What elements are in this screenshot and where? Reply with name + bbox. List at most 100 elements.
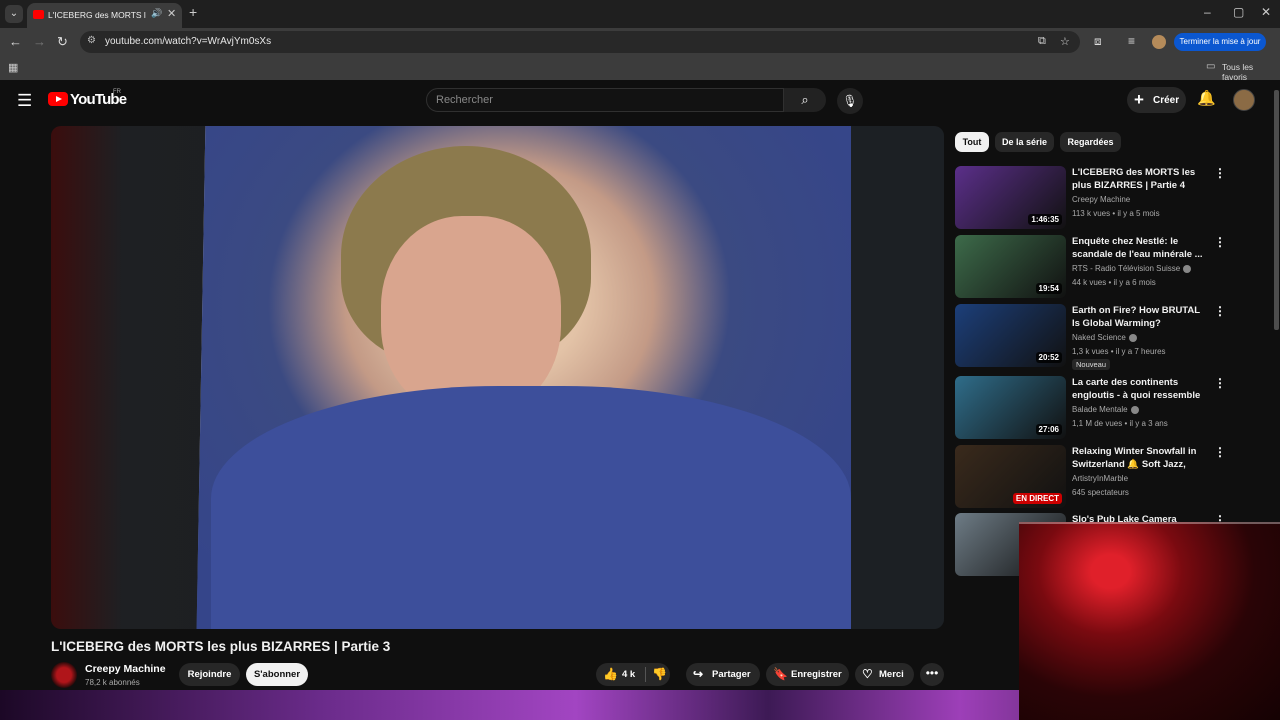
recommendation-channel[interactable]: ArtistryInMarble — [1072, 474, 1128, 483]
thanks-button[interactable]: ♡ Merci — [855, 663, 914, 686]
recommendation-channel-name[interactable]: Creepy Machine — [1072, 195, 1130, 204]
more-actions-icon[interactable]: ••• — [920, 663, 944, 686]
apps-grid-icon[interactable]: ▦ — [8, 61, 18, 74]
youtube-logo-icon[interactable] — [48, 92, 68, 106]
share-button[interactable]: ↪ Partager — [686, 663, 760, 686]
user-avatar[interactable] — [1233, 89, 1255, 111]
recommendation-item[interactable]: 19:54 Enquête chez Nestlé: le scandale de… — [955, 235, 1275, 301]
recommendation-thumbnail[interactable]: 1:46:35 — [955, 166, 1066, 229]
webcam-overlay — [1019, 522, 1280, 720]
forward-arrow-icon[interactable]: → — [33, 34, 46, 49]
recommendation-title[interactable]: Earth on Fire? How BRUTAL Is Global Warm… — [1072, 304, 1210, 330]
recommendation-title[interactable]: Enquête chez Nestlé: le scandale de l'ea… — [1072, 235, 1210, 261]
more-vert-icon[interactable]: ⋮ — [1214, 304, 1226, 318]
folder-icon: ▭ — [1206, 61, 1216, 72]
new-tab-icon[interactable]: + — [189, 4, 197, 20]
address-bar[interactable]: ⚙ youtube.com/watch?v=WrAvjYm0sXs ⧉ ☆ — [80, 31, 1080, 53]
close-tab-icon[interactable]: ✕ — [167, 7, 176, 20]
recommendation-item[interactable]: 20:52 Earth on Fire? How BRUTAL Is Global… — [955, 304, 1275, 370]
chip-series[interactable]: De la série — [995, 132, 1054, 152]
more-vert-icon[interactable]: ⋮ — [1214, 235, 1226, 249]
recommendation-item[interactable]: 1:46:35 L'ICEBERG des MORTS les plus BIZA… — [955, 166, 1275, 232]
recommendation-channel-name[interactable]: RTS - Radio Télévision Suisse — [1072, 264, 1180, 273]
save-button[interactable]: 🔖 Enregistrer — [766, 663, 849, 686]
minimize-window-icon[interactable]: – — [1204, 5, 1211, 19]
recommendation-channel-name[interactable]: ArtistryInMarble — [1072, 474, 1128, 483]
recommendation-thumbnail[interactable]: 27:06 — [955, 376, 1066, 439]
install-app-icon[interactable]: ⧉ — [1038, 35, 1046, 48]
back-arrow-icon[interactable]: ← — [9, 34, 22, 49]
heart-dollar-icon: ♡ — [862, 667, 873, 681]
like-thumb-icon[interactable]: 👍 — [603, 667, 618, 681]
all-bookmarks-link[interactable]: Tous les favoris — [1222, 62, 1280, 82]
tab-search-chevron-icon[interactable]: ⌄ — [5, 5, 23, 23]
live-badge: EN DIRECT — [1012, 493, 1062, 504]
bookmarks-bar: ▦ ▭ Tous les favoris — [0, 56, 1280, 82]
update-browser-button[interactable]: Terminer la mise à jour — [1174, 33, 1266, 51]
search-placeholder: Rechercher — [436, 94, 493, 106]
speaker-icon[interactable]: 🔊 — [151, 8, 162, 19]
voice-search-mic-icon[interactable]: 🎙 — [837, 88, 863, 114]
media-controls-icon[interactable]: ≡ — [1128, 34, 1135, 48]
recommendation-thumbnail[interactable]: 19:54 — [955, 235, 1066, 298]
recommendation-item[interactable]: 27:06 La carte des continents engloutis -… — [955, 376, 1275, 442]
video-duration-badge: 19:54 — [1035, 283, 1062, 294]
video-title: L'ICEBERG des MORTS les plus BIZARRES | … — [51, 639, 391, 654]
recommendation-channel[interactable]: Creepy Machine — [1072, 195, 1130, 204]
recommendation-meta: 1,3 k vues • il y a 7 heures — [1072, 347, 1166, 356]
browser-toolbar: ← → ↻ ⚙ youtube.com/watch?v=WrAvjYm0sXs … — [0, 28, 1280, 56]
recommendation-channel[interactable]: Naked Science — [1072, 333, 1137, 342]
recommendation-meta: 44 k vues • il y a 6 mois — [1072, 278, 1156, 287]
share-arrow-icon: ↪ — [693, 667, 704, 681]
browser-tab-active[interactable]: L'ICEBERG des MORTS les p 🔊 ✕ — [27, 3, 182, 28]
extensions-puzzle-icon[interactable]: ⧈ — [1094, 34, 1102, 49]
chip-all[interactable]: Tout — [955, 132, 989, 152]
more-vert-icon[interactable]: ⋮ — [1214, 166, 1226, 180]
browser-tab-title: L'ICEBERG des MORTS les p — [48, 10, 146, 20]
recommendation-title[interactable]: Relaxing Winter Snowfall in Switzerland … — [1072, 445, 1210, 472]
site-info-icon[interactable]: ⚙ — [87, 35, 96, 46]
subscribe-button[interactable]: S'abonner — [246, 663, 308, 686]
verified-check-icon — [1183, 264, 1192, 273]
recommendation-item[interactable]: EN DIRECT Relaxing Winter Snowfall in Swi… — [955, 445, 1275, 511]
recommendation-channel-name[interactable]: Balade Mentale — [1072, 405, 1128, 414]
channel-avatar[interactable] — [51, 662, 77, 688]
recommendation-title[interactable]: L'ICEBERG des MORTS les plus BIZARRES | … — [1072, 166, 1210, 192]
bookmark-star-icon[interactable]: ☆ — [1060, 35, 1070, 48]
reload-icon[interactable]: ↻ — [57, 34, 68, 50]
recommendation-thumbnail[interactable]: EN DIRECT — [955, 445, 1066, 508]
new-badge: Nouveau — [1072, 359, 1111, 370]
maximize-window-icon[interactable]: ▢ — [1233, 5, 1244, 19]
bookmark-icon: 🔖 — [773, 667, 788, 681]
like-dislike-group: 👍 4 k 👎 — [596, 663, 670, 686]
browser-profile-avatar[interactable] — [1152, 35, 1166, 49]
close-window-icon[interactable]: ✕ — [1261, 5, 1271, 19]
youtube-favicon-icon — [33, 10, 44, 19]
create-button[interactable]: + Créer — [1127, 87, 1186, 113]
region-code: FR — [113, 89, 121, 95]
recommendation-meta: 645 spectateurs — [1072, 488, 1129, 497]
recommendation-channel[interactable]: RTS - Radio Télévision Suisse — [1072, 264, 1192, 273]
url-text[interactable]: youtube.com/watch?v=WrAvjYm0sXs — [105, 36, 271, 47]
channel-name[interactable]: Creepy Machine — [85, 663, 166, 675]
notifications-bell-icon[interactable]: 🔔 — [1197, 89, 1216, 107]
subscriber-count: 78,2 k abonnés — [85, 678, 140, 687]
recommendation-thumbnail[interactable]: 20:52 — [955, 304, 1066, 367]
more-vert-icon[interactable]: ⋮ — [1214, 376, 1226, 390]
recommendation-channel-name[interactable]: Naked Science — [1072, 333, 1126, 342]
like-count[interactable]: 4 k — [622, 669, 635, 680]
recommendation-channel[interactable]: Balade Mentale — [1072, 405, 1139, 414]
page-scrollbar[interactable] — [1274, 90, 1279, 330]
video-player[interactable] — [51, 126, 944, 629]
menu-hamburger-icon[interactable]: ☰ — [17, 91, 32, 111]
join-button[interactable]: Rejoindre — [179, 663, 240, 686]
dislike-thumb-icon[interactable]: 👎 — [652, 667, 667, 681]
search-input[interactable]: Rechercher — [426, 88, 784, 112]
recommendation-title[interactable]: La carte des continents engloutis - à qu… — [1072, 376, 1210, 403]
video-duration-badge: 1:46:35 — [1028, 214, 1062, 225]
more-vert-icon[interactable]: ⋮ — [1214, 445, 1226, 459]
thanks-label: Merci — [879, 669, 904, 680]
verified-check-icon — [1128, 333, 1137, 342]
search-button[interactable]: ⌕ — [784, 88, 826, 112]
chip-watched[interactable]: Regardées — [1060, 132, 1121, 152]
